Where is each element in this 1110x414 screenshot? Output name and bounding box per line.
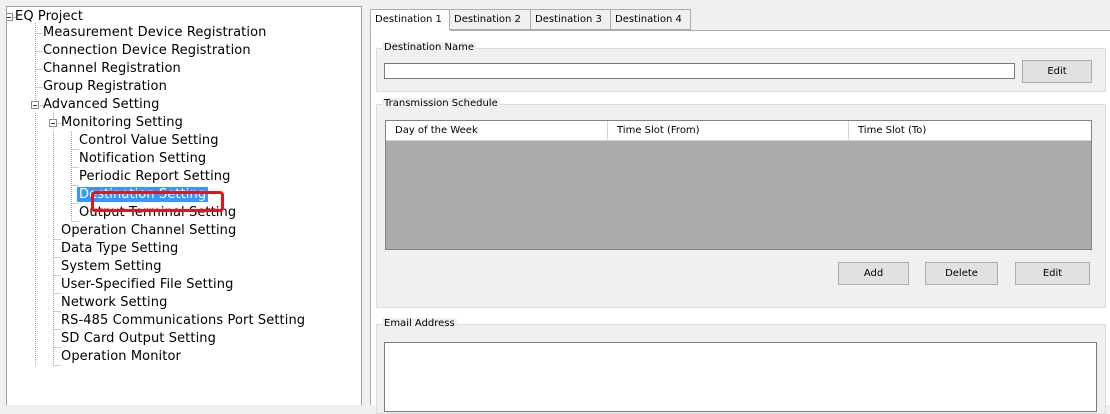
tree-node-label: Monitoring Setting (61, 115, 183, 130)
schedule-grid[interactable]: Day of the Week Time Slot (From) Time Sl… (385, 120, 1092, 250)
destination-name-edit-button[interactable]: Edit (1022, 60, 1092, 83)
tree-node-operation-monitor[interactable]: Operation Monitor (61, 348, 181, 366)
tree-node-label: SD Card Output Setting (61, 331, 216, 346)
selection-highlight-box (91, 191, 224, 212)
collapse-toggle-root[interactable] (7, 13, 13, 21)
tree-node-label: RS-485 Communications Port Setting (61, 313, 306, 328)
tree-node-label: Group Registration (43, 79, 167, 94)
tree-node-operation-channel-setting[interactable]: Operation Channel Setting (61, 222, 236, 240)
tree-node-control-value-setting[interactable]: Control Value Setting (79, 132, 219, 150)
tree-node-notification-setting[interactable]: Notification Setting (79, 150, 206, 168)
tree-node-label: User-Specified File Setting (61, 277, 234, 292)
email-address-field[interactable] (384, 342, 1097, 412)
tree-node-periodic-report-setting[interactable]: Periodic Report Setting (79, 168, 231, 186)
schedule-delete-button[interactable]: Delete (925, 262, 998, 285)
tab-destination-1[interactable]: Destination 1 (370, 9, 450, 31)
tab-destination-2[interactable]: Destination 2 (449, 9, 531, 30)
tree-node-label: Operation Monitor (61, 349, 181, 364)
column-header-day[interactable]: Day of the Week (386, 121, 608, 141)
tab-destination-3[interactable]: Destination 3 (530, 9, 611, 30)
tree-node-measurement-device-registration[interactable]: Measurement Device Registration (43, 24, 266, 42)
email-address-label: Email Address (382, 318, 457, 330)
tree-node-label: Measurement Device Registration (43, 25, 267, 40)
tree-node-data-type-setting[interactable]: Data Type Setting (61, 240, 178, 258)
collapse-toggle-monitoring[interactable] (49, 119, 57, 127)
tree-node-user-specified-file-setting[interactable]: User-Specified File Setting (61, 276, 233, 294)
tree-node-label: System Setting (61, 259, 162, 274)
tree-node-rs485-port-setting[interactable]: RS-485 Communications Port Setting (61, 312, 305, 330)
tree-node-label: Operation Channel Setting (61, 223, 237, 238)
tree-node-advanced-setting[interactable]: Advanced Setting (43, 96, 160, 114)
tree-node-connection-device-registration[interactable]: Connection Device Registration (43, 42, 251, 60)
tree-node-monitoring-setting[interactable]: Monitoring Setting (61, 114, 183, 132)
tree-node-label: Channel Registration (43, 61, 181, 76)
tree-node-label: Control Value Setting (79, 133, 219, 148)
tree-node-sd-card-output-setting[interactable]: SD Card Output Setting (61, 330, 216, 348)
transmission-schedule-label: Transmission Schedule (382, 98, 500, 110)
tree-node-network-setting[interactable]: Network Setting (61, 294, 167, 312)
column-header-time-to[interactable]: Time Slot (To) (849, 121, 1091, 141)
collapse-toggle-advanced[interactable] (31, 101, 39, 109)
tree-node-label: Connection Device Registration (43, 43, 251, 58)
destination-name-field[interactable] (384, 63, 1015, 79)
tree-node-label: Periodic Report Setting (79, 169, 231, 184)
tree-node-system-setting[interactable]: System Setting (61, 258, 162, 276)
tree-node-label: EQ Project (15, 9, 84, 24)
project-tree[interactable]: EQ Project Measurement Device Registrati… (6, 6, 362, 405)
schedule-add-button[interactable]: Add (838, 262, 909, 285)
column-header-time-from[interactable]: Time Slot (From) (608, 121, 849, 141)
tree-node-group-registration[interactable]: Group Registration (43, 78, 167, 96)
tree-node-label: Data Type Setting (61, 241, 179, 256)
tree-node-label: Network Setting (61, 295, 168, 310)
tab-destination-4[interactable]: Destination 4 (610, 9, 691, 30)
schedule-edit-button[interactable]: Edit (1015, 262, 1090, 285)
tree-node-label: Advanced Setting (43, 97, 160, 112)
tree-node-label: Notification Setting (79, 151, 207, 166)
tree-node-channel-registration[interactable]: Channel Registration (43, 60, 181, 78)
destination-name-label: Destination Name (382, 42, 477, 54)
